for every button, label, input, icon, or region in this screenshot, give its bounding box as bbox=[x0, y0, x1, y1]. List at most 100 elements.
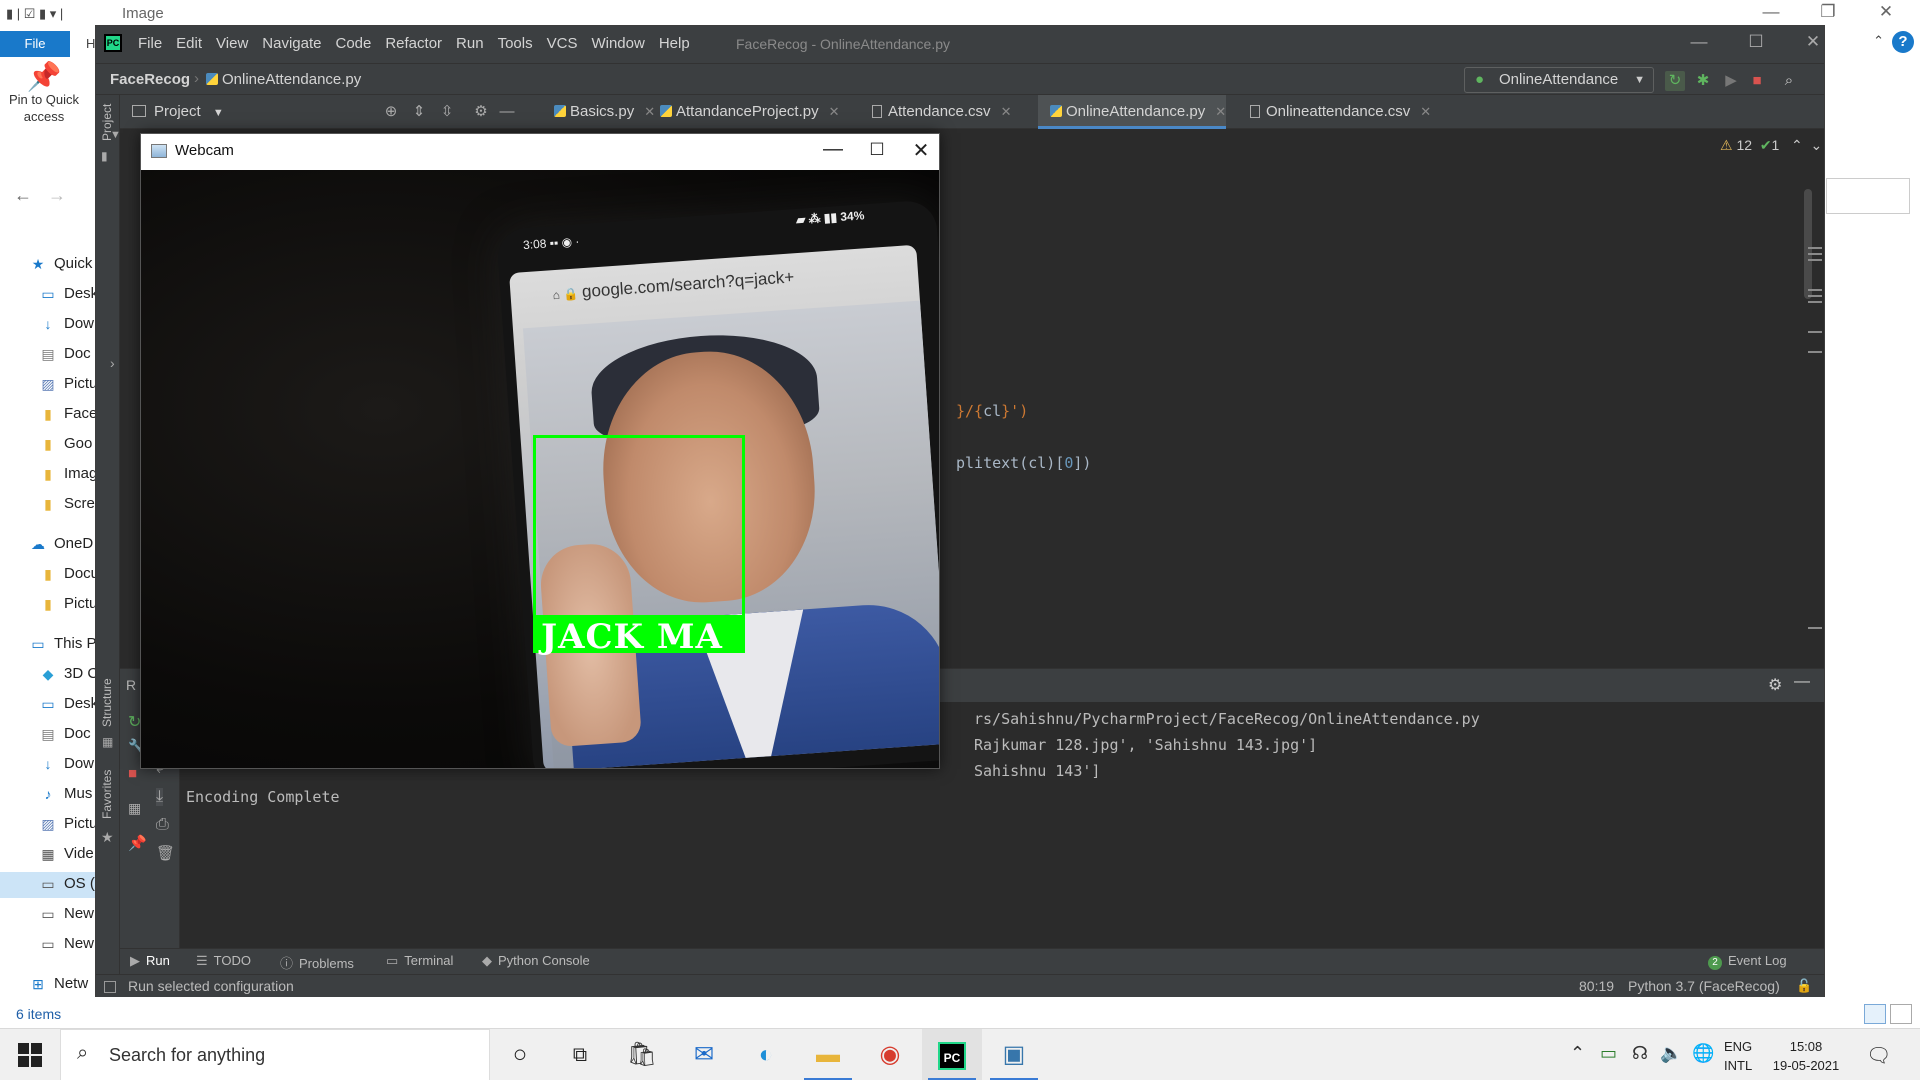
debug-icon[interactable]: ✱ bbox=[1693, 71, 1713, 91]
nav-item[interactable]: ▭ Desk bbox=[0, 282, 96, 308]
webcam-minimize-button[interactable]: — bbox=[811, 138, 855, 161]
mail-icon[interactable]: ✉ bbox=[674, 1029, 734, 1080]
error-stripe-mark[interactable] bbox=[1808, 331, 1822, 333]
pycharm-taskbar-icon[interactable]: PC bbox=[922, 1029, 982, 1080]
start-button[interactable] bbox=[18, 1043, 42, 1067]
nav-item[interactable]: ▮ Face bbox=[0, 402, 96, 428]
menu-refactor[interactable]: Refactor bbox=[385, 35, 442, 52]
editor-tab[interactable]: OnlineAttendance.py ✕ bbox=[1038, 95, 1227, 129]
menu-vcs[interactable]: VCS bbox=[547, 35, 578, 52]
pycharm-close-button[interactable]: ✕ bbox=[1793, 32, 1833, 52]
close-tab-icon[interactable]: ✕ bbox=[829, 104, 840, 119]
toggle-tool-windows-icon[interactable] bbox=[104, 981, 116, 993]
home-tab[interactable]: H bbox=[86, 36, 95, 51]
inspection-widget[interactable]: ⚠ 12 ✔1 ⌃ ⌄ bbox=[1720, 137, 1822, 154]
menu-code[interactable]: Code bbox=[335, 35, 371, 52]
python-interpreter[interactable]: Python 3.7 (FaceRecog) bbox=[1628, 978, 1780, 994]
structure-tool-label[interactable]: Structure bbox=[100, 678, 114, 727]
search-everywhere-icon[interactable]: ⌕ bbox=[1779, 71, 1799, 91]
rerun-icon[interactable]: ↻ bbox=[1665, 71, 1685, 91]
hide-panel-icon[interactable]: — bbox=[498, 103, 516, 121]
chevron-right-icon[interactable]: › bbox=[110, 355, 115, 371]
store-icon[interactable]: 🛍 bbox=[612, 1029, 672, 1080]
cursor-position[interactable]: 80:19 bbox=[1579, 978, 1614, 994]
editor-scrollbar[interactable] bbox=[1804, 189, 1812, 299]
menu-file[interactable]: File bbox=[138, 35, 162, 52]
bottom-tab-problems[interactable]: ⓘ Problems bbox=[280, 953, 354, 972]
nav-item[interactable]: ▨ Pictu bbox=[0, 812, 96, 838]
battery-icon[interactable]: ▭ bbox=[1600, 1043, 1617, 1064]
network-icon[interactable]: ☊ bbox=[1632, 1043, 1648, 1064]
error-stripe-mark[interactable] bbox=[1808, 301, 1822, 303]
large-icons-view-button[interactable] bbox=[1890, 1004, 1912, 1024]
nav-item[interactable]: ▮ Scre bbox=[0, 492, 96, 518]
menu-window[interactable]: Window bbox=[591, 35, 644, 52]
chevron-down-icon[interactable]: ▼ bbox=[110, 129, 124, 149]
ribbon-collapse-icon[interactable]: ⌃ bbox=[1873, 33, 1884, 49]
close-tab-icon[interactable]: ✕ bbox=[1001, 104, 1012, 119]
previous-highlight-icon[interactable]: ⌃ bbox=[1791, 137, 1803, 153]
input-language[interactable]: ENG INTL bbox=[1724, 1037, 1752, 1075]
nav-item[interactable]: ▮ Imag bbox=[0, 462, 96, 488]
file-tab[interactable]: File bbox=[0, 31, 70, 57]
help-icon[interactable]: ? bbox=[1892, 31, 1914, 53]
explorer-maximize-button[interactable]: ❐ bbox=[1808, 2, 1848, 22]
breadcrumb-file[interactable]: OnlineAttendance.py bbox=[206, 71, 361, 88]
expand-all-icon[interactable]: ⇕ bbox=[410, 103, 428, 121]
menu-tools[interactable]: Tools bbox=[498, 35, 533, 52]
close-tab-icon[interactable]: ✕ bbox=[1215, 104, 1226, 119]
explorer-minimize-button[interactable]: — bbox=[1751, 2, 1791, 22]
project-view-select[interactable]: Project ▼ bbox=[132, 103, 224, 120]
nav-item[interactable]: ♪ Mus bbox=[0, 782, 96, 808]
stop-icon[interactable]: ■ bbox=[128, 765, 137, 782]
editor-tab[interactable]: Attendance.csv ✕ bbox=[860, 95, 1011, 129]
nav-item[interactable]: ▮ Docu bbox=[0, 562, 96, 588]
bottom-tab-terminal[interactable]: ▭ Terminal bbox=[386, 953, 453, 969]
nav-item[interactable]: ▦ Vide bbox=[0, 842, 96, 868]
nav-item[interactable]: ⊞ Netw bbox=[0, 972, 96, 998]
settings-gear-icon[interactable]: ⚙ bbox=[472, 103, 490, 121]
menu-edit[interactable]: Edit bbox=[176, 35, 202, 52]
file-explorer-icon[interactable]: ▬ bbox=[798, 1029, 858, 1080]
collapse-all-icon[interactable]: ⇳ bbox=[438, 103, 456, 121]
nav-item[interactable]: ↓ Dow bbox=[0, 752, 96, 778]
cortana-icon[interactable]: ○ bbox=[490, 1029, 550, 1080]
pycharm-maximize-button[interactable]: ☐ bbox=[1736, 32, 1776, 52]
python-app-icon[interactable]: ▣ bbox=[984, 1029, 1044, 1080]
run-configuration-select[interactable]: ● OnlineAttendance ▼ bbox=[1464, 67, 1654, 93]
nav-item[interactable]: ▭ New bbox=[0, 902, 96, 928]
quick-access-toolbar[interactable]: ▮ | ☑ ▮ ▾ | bbox=[6, 6, 63, 22]
nav-item[interactable]: ▤ Doc bbox=[0, 722, 96, 748]
layout-icon[interactable]: ▦ bbox=[128, 800, 141, 817]
stop-icon[interactable]: ■ bbox=[1747, 71, 1767, 91]
webcam-close-button[interactable]: ✕ bbox=[899, 138, 943, 163]
error-stripe-mark[interactable] bbox=[1808, 253, 1822, 255]
editor-tab[interactable]: Basics.py ✕ bbox=[542, 95, 655, 129]
scroll-to-end-icon[interactable]: ⤓ bbox=[156, 788, 164, 806]
nav-item[interactable]: ▭ New bbox=[0, 932, 96, 958]
task-view-icon[interactable]: ⧉ bbox=[550, 1029, 610, 1080]
menu-view[interactable]: View bbox=[216, 35, 248, 52]
locate-file-icon[interactable]: ⊕ bbox=[382, 103, 400, 121]
bottom-tab-run[interactable]: ▶ Run bbox=[130, 953, 170, 969]
chrome-icon[interactable]: ◉ bbox=[860, 1029, 920, 1080]
nav-item[interactable]: ▭ Desk bbox=[0, 692, 96, 718]
nav-item[interactable]: ▤ Doc bbox=[0, 342, 96, 368]
next-highlight-icon[interactable]: ⌄ bbox=[1811, 137, 1823, 153]
nav-item[interactable]: ▭ OS ( bbox=[0, 872, 96, 898]
nav-item[interactable]: ◆ 3D C bbox=[0, 662, 96, 688]
menu-run[interactable]: Run bbox=[456, 35, 484, 52]
lock-icon[interactable]: 🔓 bbox=[1796, 978, 1812, 994]
menu-help[interactable]: Help bbox=[659, 35, 690, 52]
bottom-tab-todo[interactable]: ☰ TODO bbox=[196, 953, 251, 969]
webcam-titlebar[interactable]: Webcam — ☐ ✕ bbox=[141, 134, 939, 170]
pin-icon[interactable]: 📌 bbox=[128, 834, 147, 852]
volume-icon[interactable]: 🔈 bbox=[1660, 1043, 1682, 1064]
taskbar-clock[interactable]: 15:08 19-05-2021 bbox=[1768, 1037, 1844, 1075]
error-stripe-mark[interactable] bbox=[1808, 247, 1822, 249]
nav-item[interactable]: ★ Quick bbox=[0, 252, 96, 278]
breadcrumb-project[interactable]: FaceRecog bbox=[110, 71, 190, 88]
error-stripe-mark[interactable] bbox=[1808, 295, 1822, 297]
editor-tab[interactable]: Onlineattendance.csv ✕ bbox=[1238, 95, 1431, 129]
error-stripe-mark[interactable] bbox=[1808, 351, 1822, 353]
